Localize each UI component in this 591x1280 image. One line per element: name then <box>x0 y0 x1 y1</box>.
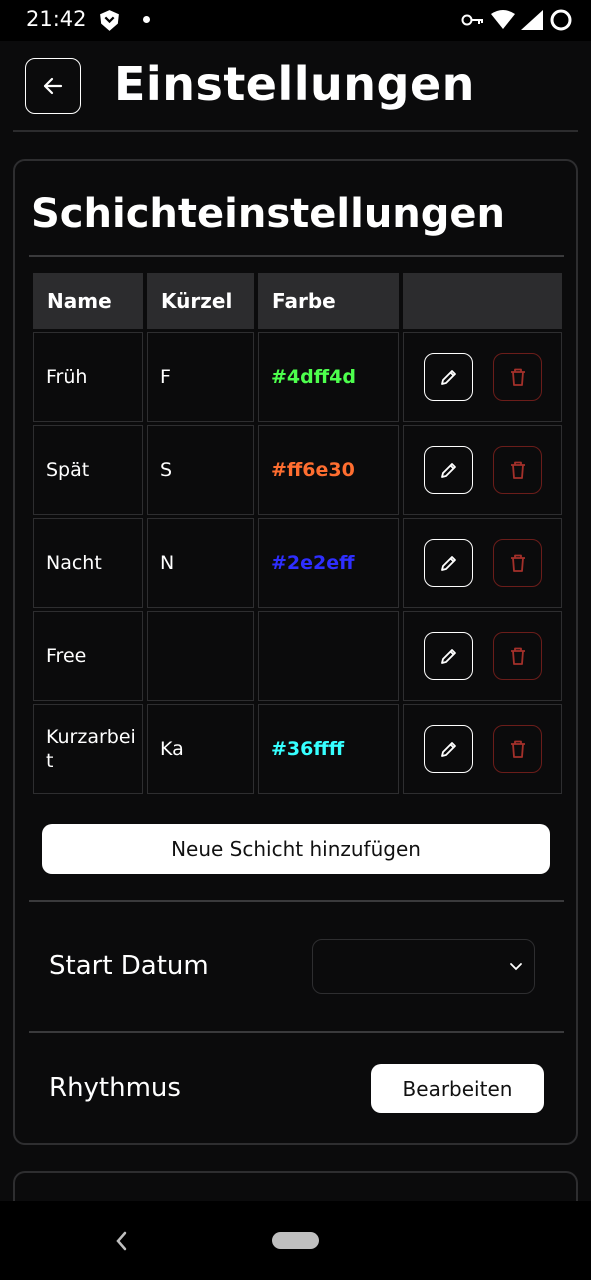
chevron-down-icon <box>510 963 522 971</box>
shift-abbr: Ka <box>147 704 254 794</box>
rhythm-label: Rhythmus <box>49 1073 181 1103</box>
divider <box>29 255 564 257</box>
edit-rhythm-button[interactable]: Bearbeiten <box>371 1064 544 1113</box>
status-time: 21:42 <box>26 7 87 31</box>
navigation-bar <box>0 1201 591 1280</box>
table-header: Name Kürzel Farbe <box>33 273 562 329</box>
app-screen: Einstellungen Schichteinstellungen Name … <box>0 41 591 1201</box>
table-body: Früh F #4dff4d Spät S #ff6e30 Nacht N #2… <box>33 332 562 794</box>
start-date-label: Start Datum <box>49 951 209 981</box>
shift-table: Name Kürzel Farbe Früh F #4dff4d Spät S … <box>33 273 562 794</box>
edit-shift-button[interactable] <box>424 539 473 587</box>
pencil-icon <box>440 463 456 478</box>
column-header-name: Name <box>33 273 143 329</box>
nav-home-pill[interactable] <box>272 1232 319 1249</box>
shift-actions <box>403 704 562 794</box>
shift-color: #36ffff <box>258 704 399 794</box>
signal-icon <box>521 10 543 30</box>
shift-abbr <box>147 611 254 701</box>
shift-color: #4dff4d <box>258 332 399 422</box>
trash-icon <box>510 647 525 665</box>
column-header-actions <box>403 273 562 329</box>
table-row: Free <box>33 611 562 701</box>
divider <box>29 1031 564 1033</box>
arrow-left-icon <box>43 77 63 95</box>
page-title: Einstellungen <box>114 57 475 111</box>
battery-icon <box>550 9 572 31</box>
delete-shift-button[interactable] <box>493 353 542 401</box>
shift-name: Free <box>33 611 143 701</box>
status-icons <box>461 8 573 32</box>
app-shield-icon <box>100 10 119 31</box>
table-row: Spät S #ff6e30 <box>33 425 562 515</box>
shift-color <box>258 611 399 701</box>
shift-abbr: F <box>147 332 254 422</box>
shift-actions <box>403 332 562 422</box>
shift-abbr: S <box>147 425 254 515</box>
pencil-icon <box>440 742 456 757</box>
divider <box>29 900 564 902</box>
edit-shift-button[interactable] <box>424 632 473 680</box>
shift-abbr: N <box>147 518 254 608</box>
column-header-color: Farbe <box>258 273 399 329</box>
edit-shift-button[interactable] <box>424 446 473 494</box>
shift-actions <box>403 425 562 515</box>
notification-dot-icon <box>143 16 150 23</box>
trash-icon <box>510 554 525 572</box>
shift-actions <box>403 518 562 608</box>
back-button[interactable] <box>25 58 81 114</box>
shift-name: Kurzarbeit <box>33 704 143 794</box>
shift-color: #ff6e30 <box>258 425 399 515</box>
shift-actions <box>403 611 562 701</box>
table-row: Kurzarbeit Ka #36ffff <box>33 704 562 794</box>
pencil-icon <box>440 370 456 385</box>
delete-shift-button[interactable] <box>493 446 542 494</box>
card-title: Schichteinstellungen <box>31 191 506 237</box>
table-row: Früh F #4dff4d <box>33 332 562 422</box>
shift-name: Nacht <box>33 518 143 608</box>
edit-shift-button[interactable] <box>424 725 473 773</box>
pencil-icon <box>440 649 456 664</box>
nav-back-icon[interactable] <box>113 1229 129 1253</box>
edit-shift-button[interactable] <box>424 353 473 401</box>
trash-icon <box>510 740 525 758</box>
shift-settings-card: Schichteinstellungen Name Kürzel Farbe F… <box>13 159 578 1145</box>
header-divider <box>13 130 578 132</box>
shift-name: Früh <box>33 332 143 422</box>
pencil-icon <box>440 556 456 571</box>
status-bar: 21:42 <box>0 0 591 41</box>
table-row: Nacht N #2e2eff <box>33 518 562 608</box>
trash-icon <box>510 461 525 479</box>
next-card <box>13 1171 578 1201</box>
delete-shift-button[interactable] <box>493 632 542 680</box>
shift-name: Spät <box>33 425 143 515</box>
wifi-icon <box>491 10 515 29</box>
column-header-abbr: Kürzel <box>147 273 254 329</box>
delete-shift-button[interactable] <box>493 539 542 587</box>
vpn-key-icon <box>461 14 483 26</box>
shift-color: #2e2eff <box>258 518 399 608</box>
add-shift-button[interactable]: Neue Schicht hinzufügen <box>42 824 550 874</box>
delete-shift-button[interactable] <box>493 725 542 773</box>
start-date-select[interactable] <box>312 939 535 994</box>
trash-icon <box>510 368 525 386</box>
